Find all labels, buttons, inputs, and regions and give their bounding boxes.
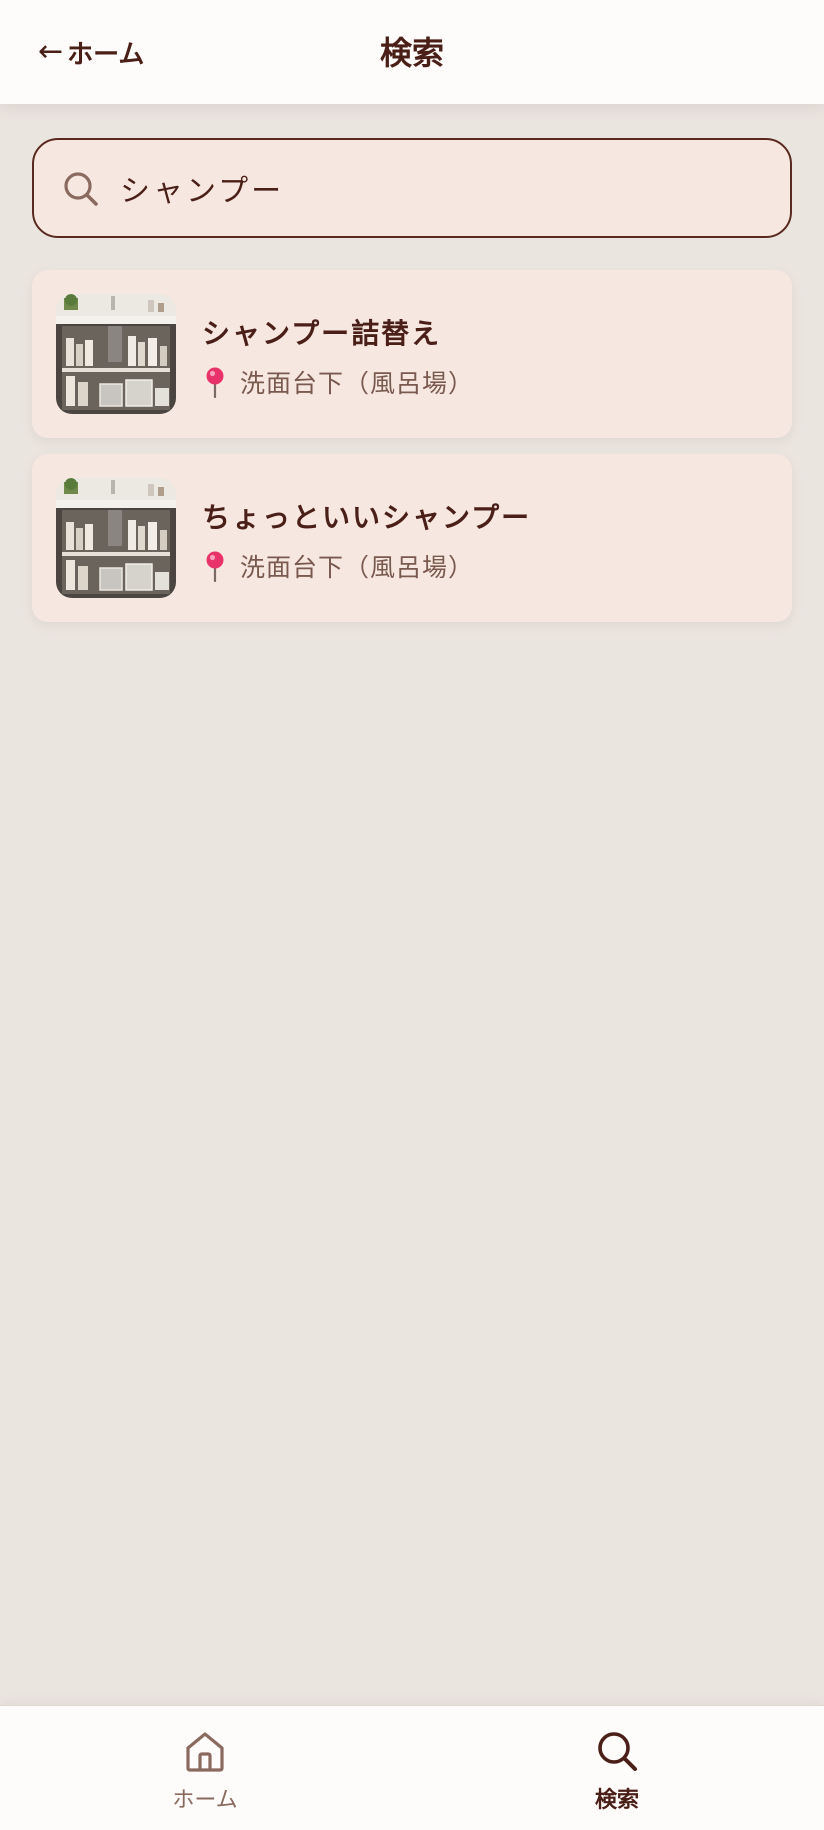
home-icon bbox=[186, 1732, 224, 1772]
result-item[interactable]: ちょっといいシャンプー 洗面台下（風呂場） bbox=[32, 454, 792, 622]
pin-icon bbox=[206, 551, 224, 582]
item-location-text: 洗面台下（風呂場） bbox=[240, 369, 475, 398]
item-location: 洗面台下（風呂場） bbox=[202, 364, 474, 400]
nav-home-label: ホーム bbox=[172, 1788, 238, 1813]
item-location-text: 洗面台下（風呂場） bbox=[240, 553, 475, 582]
back-home-label: ホーム bbox=[67, 39, 145, 70]
nav-home[interactable]: ホーム bbox=[105, 1706, 305, 1830]
pin-icon bbox=[206, 367, 224, 398]
search-icon bbox=[64, 172, 98, 206]
top-header: ← ホーム 検索 bbox=[0, 0, 824, 104]
search-icon bbox=[598, 1732, 637, 1771]
search-input[interactable] bbox=[120, 140, 770, 236]
item-thumbnail bbox=[56, 294, 176, 414]
bottom-nav: ホーム 検索 bbox=[0, 1705, 824, 1830]
back-arrow-icon: ← bbox=[38, 34, 64, 69]
app-root: ← ホーム 検索 シャンプー シャンプー詰替え 洗面台下（風呂場） ちょっといい… bbox=[0, 0, 824, 1830]
item-name: ちょっといいシャンプー bbox=[202, 501, 532, 534]
search-box[interactable] bbox=[32, 138, 792, 238]
nav-search-label: 検索 bbox=[594, 1788, 639, 1813]
item-thumbnail bbox=[56, 478, 176, 598]
result-item[interactable]: シャンプー詰替え 洗面台下（風呂場） bbox=[32, 270, 792, 438]
item-name: シャンプー詰替え bbox=[202, 317, 442, 350]
nav-search[interactable]: 検索 bbox=[517, 1706, 717, 1830]
back-home-button[interactable]: ← ホーム bbox=[38, 30, 144, 74]
item-location: 洗面台下（風呂場） bbox=[202, 548, 474, 584]
